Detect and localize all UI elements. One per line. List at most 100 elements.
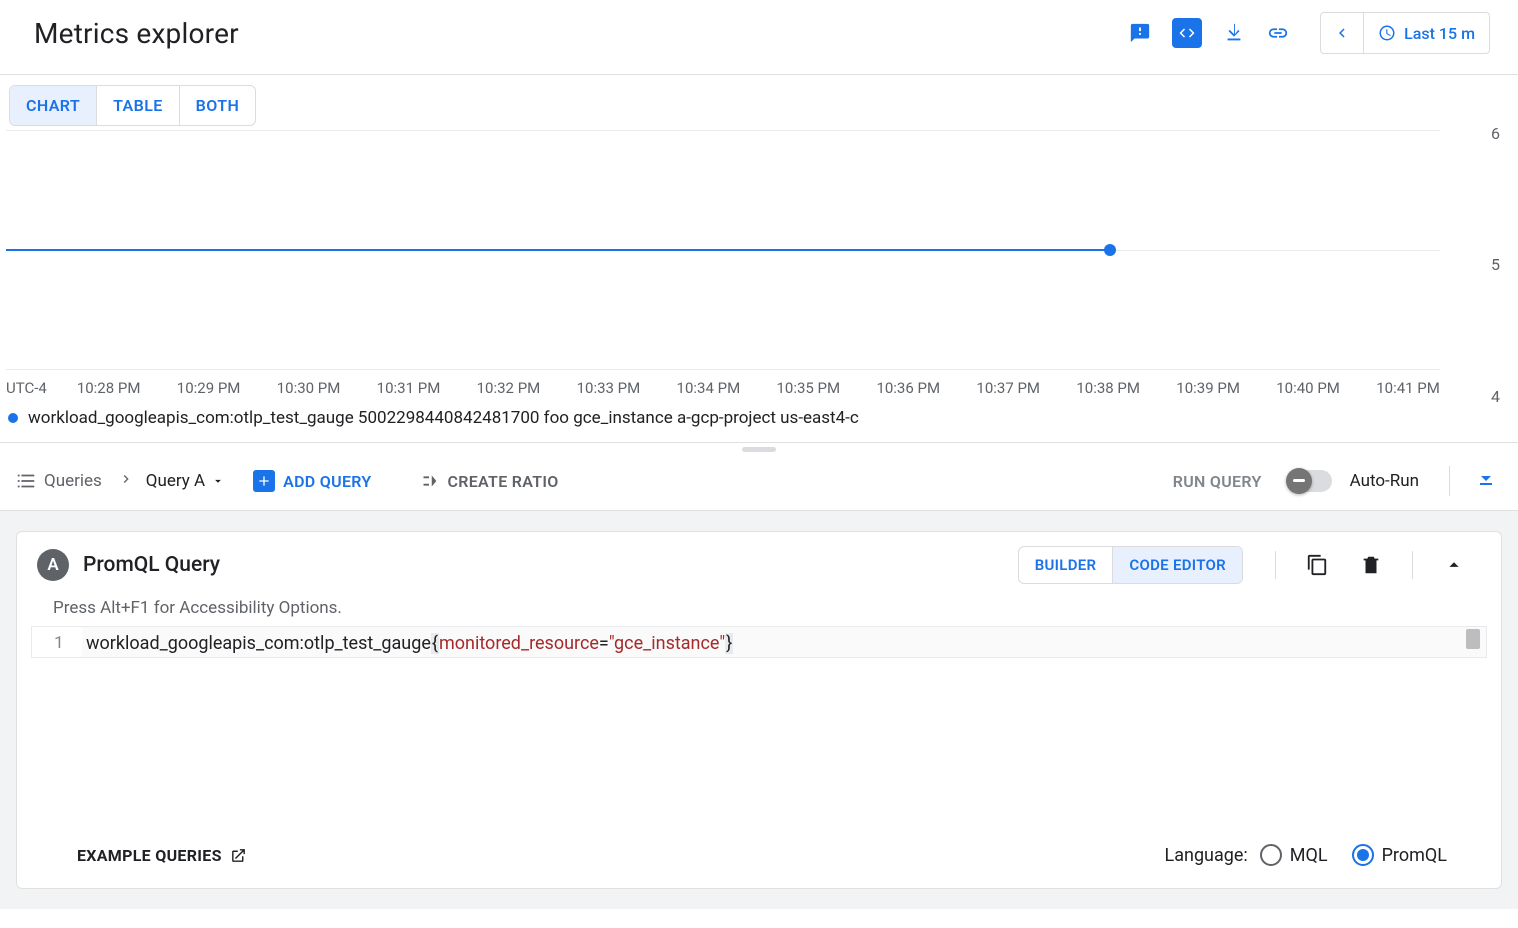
token-brace: { — [431, 633, 439, 654]
x-tick: 10:30 PM — [277, 379, 341, 397]
gridline — [6, 369, 1440, 370]
x-tick: 10:34 PM — [677, 379, 741, 397]
chart: 6 5 4 UTC-4 10:28 PM 10:29 PM 10:30 PM 1… — [6, 130, 1500, 400]
query-panel-footer: EXAMPLE QUERIES Language: MQL PromQL — [17, 828, 1501, 888]
radio-icon — [1352, 844, 1374, 866]
copy-icon[interactable] — [1304, 552, 1330, 578]
tab-table[interactable]: TABLE — [96, 86, 179, 125]
radio-mql[interactable]: MQL — [1260, 844, 1328, 866]
chart-plot[interactable] — [6, 130, 1440, 370]
header-actions: Last 15 m — [1120, 12, 1490, 54]
add-query-label: ADD QUERY — [283, 472, 371, 491]
x-tick: 10:40 PM — [1276, 379, 1340, 397]
auto-run-label: Auto-Run — [1350, 471, 1419, 491]
radio-mql-label: MQL — [1290, 845, 1328, 866]
time-range-picker: Last 15 m — [1320, 12, 1490, 54]
x-tick: 10:37 PM — [976, 379, 1040, 397]
time-range-label: Last 15 m — [1404, 24, 1475, 43]
code-editor[interactable]: 1 workload_googleapis_com:otlp_test_gaug… — [31, 626, 1487, 658]
link-icon[interactable] — [1258, 13, 1298, 53]
token-label: monitored_resource — [439, 633, 599, 654]
breadcrumb-queries[interactable]: Queries — [44, 471, 102, 491]
run-query-button[interactable]: RUN QUERY — [1173, 472, 1262, 491]
radio-icon — [1260, 844, 1282, 866]
language-label: Language: — [1165, 845, 1248, 866]
x-tick: 10:41 PM — [1376, 379, 1440, 397]
query-selector[interactable]: Query A — [146, 471, 225, 491]
splitter-handle[interactable] — [742, 447, 776, 452]
line-number: 1 — [32, 627, 82, 657]
divider — [1275, 551, 1276, 579]
add-query-button[interactable]: ADD QUERY — [253, 470, 371, 492]
header: Metrics explorer Last 15 m — [0, 0, 1518, 75]
x-tick: 10:39 PM — [1176, 379, 1240, 397]
time-range-button[interactable]: Last 15 m — [1364, 12, 1490, 54]
query-toolbar: Queries Query A ADD QUERY CREATE RATIO R… — [0, 456, 1518, 511]
accessibility-hint: Press Alt+F1 for Accessibility Options. — [17, 598, 1501, 622]
chart-series-line — [6, 249, 1110, 251]
x-tick: 10:36 PM — [876, 379, 940, 397]
view-tabs: CHART TABLE BOTH — [9, 85, 256, 126]
auto-run-toggle[interactable] — [1288, 470, 1332, 492]
editor-empty-area[interactable] — [17, 658, 1501, 828]
y-tick: 5 — [1491, 255, 1500, 274]
legend-label: workload_googleapis_com:otlp_test_gauge … — [28, 408, 859, 428]
divider — [1412, 551, 1413, 579]
x-ticks: 10:28 PM 10:29 PM 10:30 PM 10:31 PM 10:3… — [77, 379, 1440, 397]
x-tick: 10:29 PM — [177, 379, 241, 397]
gridline — [6, 130, 1440, 131]
x-tick: 10:38 PM — [1076, 379, 1140, 397]
y-tick: 6 — [1491, 124, 1500, 143]
ratio-icon — [418, 470, 440, 492]
clock-icon — [1378, 24, 1396, 42]
token-op: = — [599, 633, 609, 654]
query-panel: A PromQL Query BUILDER CODE EDITOR Press… — [16, 531, 1502, 889]
create-ratio-label: CREATE RATIO — [448, 472, 559, 491]
panel-splitter — [0, 442, 1518, 456]
x-axis: UTC-4 10:28 PM 10:29 PM 10:30 PM 10:31 P… — [6, 376, 1440, 400]
token-brace: } — [725, 633, 733, 654]
mode-code-editor-button[interactable]: CODE EDITOR — [1112, 547, 1242, 583]
editor-mode-toggle: BUILDER CODE EDITOR — [1018, 546, 1243, 584]
code-icon[interactable] — [1172, 18, 1202, 48]
tab-both[interactable]: BOTH — [179, 86, 256, 125]
collapse-panel-icon[interactable] — [1441, 552, 1467, 578]
query-badge: A — [37, 549, 69, 581]
x-tick: 10:35 PM — [776, 379, 840, 397]
x-tick: 10:31 PM — [377, 379, 441, 397]
token-string: "gce_instance" — [609, 633, 725, 654]
plus-icon — [253, 470, 275, 492]
download-icon[interactable] — [1214, 13, 1254, 53]
scrollbar-thumb[interactable] — [1466, 629, 1480, 649]
feedback-icon[interactable] — [1120, 13, 1160, 53]
x-tick: 10:28 PM — [77, 379, 141, 397]
time-prev-button[interactable] — [1320, 12, 1364, 54]
legend-color-dot — [8, 413, 18, 423]
query-panel-header: A PromQL Query BUILDER CODE EDITOR — [17, 532, 1501, 598]
example-queries-label: EXAMPLE QUERIES — [77, 846, 222, 865]
dropdown-icon — [211, 474, 225, 488]
tab-chart[interactable]: CHART — [10, 86, 96, 125]
radio-promql-label: PromQL — [1382, 845, 1447, 866]
timezone-label: UTC-4 — [6, 379, 47, 397]
external-link-icon — [230, 847, 247, 864]
example-queries-button[interactable]: EXAMPLE QUERIES — [77, 846, 247, 865]
x-tick: 10:33 PM — [577, 379, 641, 397]
code-line[interactable]: workload_googleapis_com:otlp_test_gauge{… — [82, 627, 1486, 657]
page-title: Metrics explorer — [34, 17, 239, 50]
collapse-all-button[interactable] — [1474, 467, 1498, 495]
delete-icon[interactable] — [1358, 552, 1384, 578]
mode-builder-button[interactable]: BUILDER — [1019, 547, 1113, 583]
toggle-knob — [1286, 468, 1312, 494]
divider — [1449, 466, 1450, 496]
x-tick: 10:32 PM — [477, 379, 541, 397]
token-metric: workload_googleapis_com:otlp_test_gauge — [86, 633, 431, 654]
create-ratio-button[interactable]: CREATE RATIO — [418, 470, 559, 492]
radio-promql[interactable]: PromQL — [1352, 844, 1447, 866]
chevron-right-icon — [118, 471, 134, 491]
queries-list-icon[interactable] — [14, 469, 38, 493]
query-name: Query A — [146, 471, 205, 491]
query-panel-area: A PromQL Query BUILDER CODE EDITOR Press… — [0, 511, 1518, 909]
chart-series-point[interactable] — [1104, 244, 1116, 256]
chart-legend[interactable]: workload_googleapis_com:otlp_test_gauge … — [8, 408, 1518, 442]
